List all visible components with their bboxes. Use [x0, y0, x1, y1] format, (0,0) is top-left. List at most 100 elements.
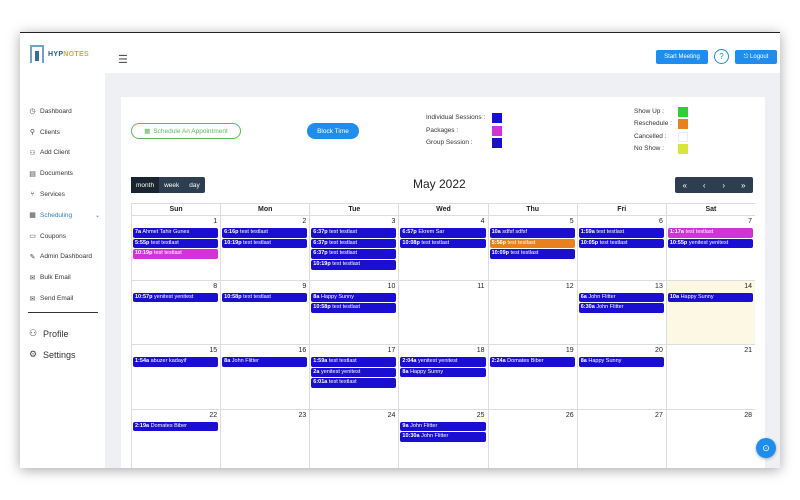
day-cell[interactable]: 17 1:59a test testlast 2a yenitest yenites… [309, 344, 399, 409]
day-cell[interactable]: 14 10a Happy Sunny [665, 279, 755, 344]
sidebar-item-services[interactable]: ⑂ Services [28, 184, 100, 205]
calendar-event[interactable]: 6:16p test testlast [222, 228, 308, 238]
day-cell[interactable]: 19 2:24a Domates Biber [487, 344, 577, 409]
calendar-event[interactable]: 10a sdfsf sdfsf [489, 228, 575, 238]
sidebar-item-coupons[interactable]: ▭ Coupons [28, 226, 100, 247]
day-cell[interactable]: 23 [220, 408, 310, 468]
day-number[interactable]: 20 [655, 347, 663, 354]
day-number[interactable]: 5 [570, 218, 574, 225]
calendar-event[interactable]: 10a Happy Sunny [667, 292, 753, 302]
next-year-button[interactable]: » [734, 177, 754, 193]
day-cell[interactable]: 24 [309, 408, 399, 468]
day-cell[interactable]: 13 6a John Flitter 6:30a John Flitter [576, 279, 666, 344]
sidebar-item-send-email[interactable]: ✉ Send Email [28, 288, 100, 309]
calendar-event[interactable]: 1:59a test testlast [311, 357, 397, 367]
calendar-event[interactable]: 1:54a abuzer kadayif [133, 357, 219, 367]
day-number[interactable]: 15 [209, 347, 217, 354]
day-number[interactable]: 27 [655, 412, 663, 419]
calendar-event[interactable]: 10:57p yenitest yenitest [133, 292, 219, 302]
calendar-event[interactable]: 8a Happy Sunny [311, 292, 397, 302]
day-number[interactable]: 23 [298, 412, 306, 419]
day-cell[interactable]: 25 9a John Flitter 10:30a John Flitter [398, 408, 488, 468]
day-cell[interactable]: 28 [665, 408, 755, 468]
day-cell[interactable]: 8 10:57p yenitest yenitest [131, 279, 221, 344]
day-number[interactable]: 2 [302, 218, 306, 225]
day-cell[interactable]: 18 2:04a yenitest yenitest 8a Happy Sunny [398, 344, 488, 409]
calendar-event[interactable]: 10:09p test testlast [489, 249, 575, 259]
day-number[interactable]: 18 [477, 347, 485, 354]
day-number[interactable]: 22 [209, 412, 217, 419]
calendar-event[interactable]: 10:19p test testlast [222, 238, 308, 249]
day-number[interactable]: 6 [659, 218, 663, 225]
day-number[interactable]: 17 [388, 347, 396, 354]
sidebar-item-clients[interactable]: ⚲ Clients [28, 122, 100, 143]
calendar-event[interactable]: 10:05p test testlast [578, 238, 664, 249]
calendar-event[interactable]: 6:37p test testlast [311, 238, 397, 249]
sidebar-item-profile[interactable]: ⚇ Profile [28, 323, 76, 344]
day-cell[interactable]: 2 6:16p test testlast 10:19p test testlast [220, 215, 310, 280]
day-number[interactable]: 7 [748, 218, 752, 225]
calendar-event[interactable]: 2:24a Domates Biber [489, 357, 575, 367]
calendar-event[interactable]: 5:55p test testlast [133, 238, 219, 249]
day-cell[interactable]: 5 10a sdfsf sdfsf 5:56p test testlast 10:09… [487, 215, 577, 280]
day-number[interactable]: 26 [566, 412, 574, 419]
view-month-button[interactable]: month [131, 177, 160, 193]
day-cell[interactable]: 20 8a Happy Sunny [576, 344, 666, 409]
calendar-event[interactable]: 10:55p yenitest yenitest [667, 238, 753, 249]
calendar-event[interactable]: 10:19p test testlast [311, 260, 397, 270]
day-cell[interactable]: 3 6:37p test testlast 6:37p test testlast 6… [309, 215, 399, 280]
day-number[interactable]: 25 [477, 412, 485, 419]
logout-button[interactable]: ⎋ Logout [735, 50, 777, 64]
day-number[interactable]: 12 [566, 283, 574, 290]
calendar-event[interactable]: 2:19a Domates Biber [133, 421, 219, 431]
day-number[interactable]: 24 [388, 412, 396, 419]
sidebar-item-bulk-email[interactable]: ✉ Bulk Email [28, 267, 100, 288]
sidebar-item-dashboard[interactable]: ◷ Dashboard [28, 101, 100, 122]
calendar-event[interactable]: 8a Happy Sunny [400, 367, 486, 378]
day-number[interactable]: 14 [744, 283, 752, 290]
calendar-event[interactable]: 5:56p test testlast [489, 238, 575, 249]
hamburger-icon[interactable]: ☰ [118, 53, 128, 66]
sidebar-item-add-client[interactable]: ⚇ Add Client [28, 143, 100, 164]
calendar-event[interactable]: 9a John Flitter [400, 421, 486, 431]
calendar-event[interactable]: 1:59a test testlast [578, 228, 664, 238]
calendar-event[interactable]: 8a Happy Sunny [578, 357, 664, 367]
prev-year-button[interactable]: « [675, 177, 695, 193]
sidebar-item-scheduling[interactable]: ▦ Scheduling ⌄ [28, 205, 100, 226]
day-number[interactable]: 11 [477, 283, 484, 290]
calendar-event[interactable]: 10:58p test testlast [311, 303, 397, 313]
sidebar-item-settings[interactable]: ⚙ Settings [28, 344, 76, 365]
day-cell[interactable]: 4 6:57p Ekrem Sar 10:08p test testlast [398, 215, 488, 280]
calendar-event[interactable]: 6:37p test testlast [311, 249, 397, 259]
calendar-event[interactable]: 7a Ahmet Tahir Gunes [133, 228, 219, 238]
day-number[interactable]: 21 [744, 347, 752, 354]
help-icon[interactable]: ? [714, 49, 729, 64]
day-number[interactable]: 28 [744, 412, 752, 419]
calendar-event[interactable]: 2:04a yenitest yenitest [400, 357, 486, 367]
view-day-button[interactable]: day [184, 177, 204, 193]
block-time-button[interactable]: Block Time [307, 123, 359, 139]
day-cell[interactable]: 11 [398, 279, 488, 344]
sidebar-item-admin-dashboard[interactable]: ✎ Admin Dashboard [28, 247, 100, 268]
calendar-event[interactable]: 2a yenitest yenitest [311, 367, 397, 378]
day-number[interactable]: 3 [392, 218, 396, 225]
calendar-event[interactable]: 6:30a John Flitter [578, 303, 664, 313]
calendar-event[interactable]: 8a John Flitter [222, 357, 308, 367]
day-cell[interactable]: 26 [487, 408, 577, 468]
day-number[interactable]: 13 [655, 283, 663, 290]
day-cell[interactable]: 16 8a John Flitter [220, 344, 310, 409]
calendar-event[interactable]: 6:01a test testlast [311, 378, 397, 388]
schedule-appointment-button[interactable]: ▦ Schedule An Appointment [131, 123, 241, 139]
day-number[interactable]: 9 [302, 283, 306, 290]
calendar-event[interactable]: 1:17a test testlast [667, 228, 753, 238]
prev-button[interactable]: ‹ [695, 177, 715, 193]
calendar-event[interactable]: 6:37p test testlast [311, 228, 397, 238]
day-cell[interactable]: 6 1:59a test testlast 10:05p test testlast [576, 215, 666, 280]
floating-action-button[interactable]: ⊙ [756, 438, 776, 458]
logo[interactable]: HYPNOTES [30, 45, 89, 63]
start-meeting-button[interactable]: Start Meeting [656, 50, 708, 64]
day-cell[interactable]: 21 [665, 344, 755, 409]
calendar-event[interactable]: 6:57p Ekrem Sar [400, 228, 486, 238]
calendar-event[interactable]: 10:30a John Flitter [400, 432, 486, 442]
calendar-event[interactable]: 10:58p test testlast [222, 292, 308, 302]
